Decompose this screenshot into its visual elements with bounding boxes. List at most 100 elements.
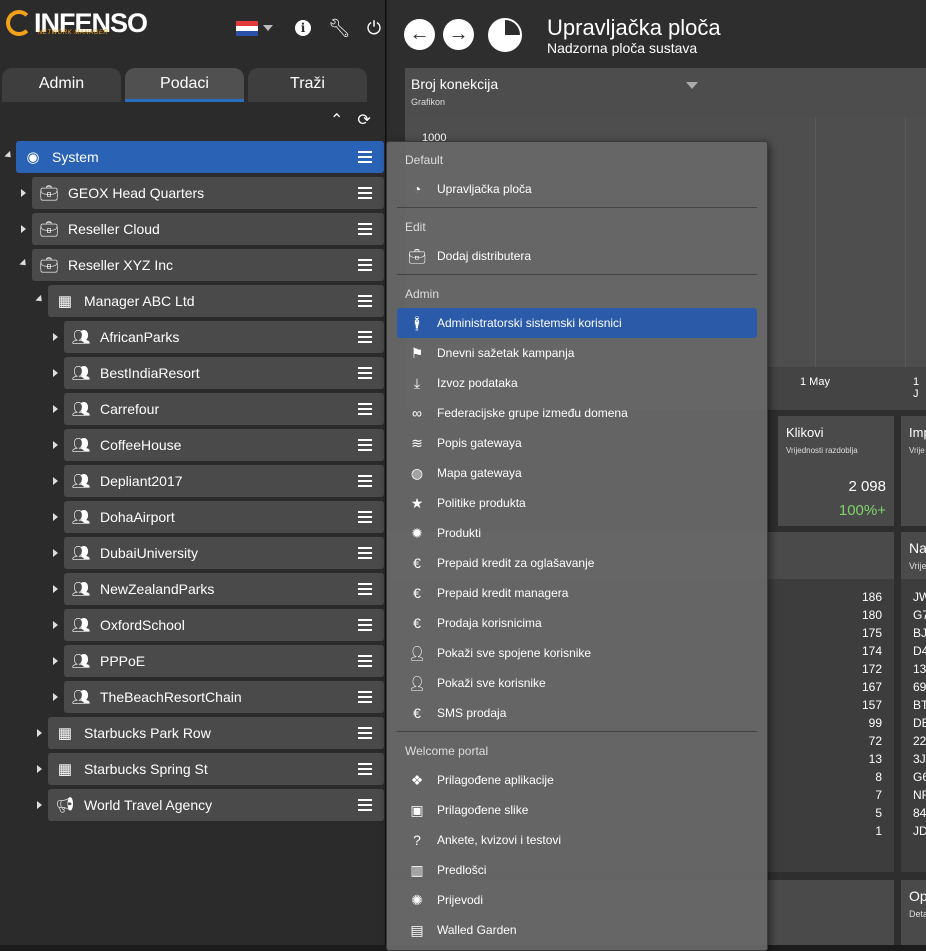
tree-node[interactable]: 👥︎ CoffeeHouse (64, 429, 384, 461)
tab-admin[interactable]: Admin (2, 68, 121, 102)
tree-node[interactable]: 👥︎ AfricanParks (64, 321, 384, 353)
menu-item[interactable]: € Prepaid kredit managera (397, 578, 757, 608)
menu-item[interactable]: ∞ Federacijske grupe između domena (397, 398, 757, 428)
tree-node[interactable]: ◉ System (16, 141, 384, 173)
tree-node-label: GEOX Head Quarters (68, 185, 205, 201)
refresh-icon[interactable]: ⟳ (357, 110, 370, 130)
collapse-all-icon[interactable]: ⌃ (330, 110, 343, 130)
node-menu-icon[interactable] (358, 547, 372, 559)
menu-item[interactable]: ◔ Upravljačka ploča (397, 174, 757, 204)
language-flag-icon[interactable] (236, 20, 258, 36)
expanded-caret-icon[interactable] (19, 258, 29, 269)
tree-node[interactable]: 👥︎ OxfordSchool (64, 609, 384, 641)
tree-node[interactable]: 👥︎ NewZealandParks (64, 573, 384, 605)
node-menu-icon[interactable] (358, 295, 372, 307)
node-menu-icon[interactable] (358, 439, 372, 451)
tree-node[interactable]: 👥︎ BestIndiaResort (64, 357, 384, 389)
node-menu-icon[interactable] (358, 187, 372, 199)
collapsed-caret-icon[interactable] (21, 225, 26, 233)
menu-item[interactable]: 💼︎ Dodaj distributera (397, 241, 757, 271)
menu-item[interactable]: ❖ Prilagođene aplikacije (397, 765, 757, 795)
side-list-code: 84 (913, 806, 926, 820)
node-menu-icon[interactable] (358, 619, 372, 631)
node-menu-icon[interactable] (358, 403, 372, 415)
node-menu-icon[interactable] (358, 475, 372, 487)
menu-item[interactable]: ★ Politike produkta (397, 488, 757, 518)
users-icon: 👥︎ (71, 401, 91, 418)
tree-node[interactable]: 👥︎ DohaAirport (64, 501, 384, 533)
collapsed-caret-icon[interactable] (37, 801, 42, 809)
tree-node[interactable]: 📢︎ World Travel Agency (48, 789, 384, 821)
power-icon[interactable]: ⏻ (367, 19, 381, 37)
info-icon[interactable]: i (295, 20, 311, 36)
menu-item[interactable]: ≋ Popis gatewaya (397, 428, 757, 458)
collapsed-caret-icon[interactable] (53, 513, 58, 521)
tree-node[interactable]: 💼︎ Reseller XYZ Inc (32, 249, 384, 281)
tree-node[interactable]: 👥︎ Carrefour (64, 393, 384, 425)
node-menu-icon[interactable] (358, 223, 372, 235)
collapsed-caret-icon[interactable] (53, 369, 58, 377)
collapsed-caret-icon[interactable] (53, 693, 58, 701)
menu-item[interactable]: ◍ Mapa gatewaya (397, 458, 757, 488)
collapsed-caret-icon[interactable] (53, 585, 58, 593)
node-menu-icon[interactable] (358, 727, 372, 739)
node-menu-icon[interactable] (358, 259, 372, 271)
collapsed-caret-icon[interactable] (53, 621, 58, 629)
collapsed-caret-icon[interactable] (53, 549, 58, 557)
tree-node[interactable]: ▦ Starbucks Spring St (48, 753, 384, 785)
collapsed-caret-icon[interactable] (37, 765, 42, 773)
node-menu-icon[interactable] (358, 799, 372, 811)
tab-podaci[interactable]: Podaci (125, 68, 244, 102)
menu-item[interactable]: 🕴︎ Administratorski sistemski korisnici (397, 308, 757, 338)
tree-node-label: CoffeeHouse (100, 437, 182, 453)
wrench-icon[interactable]: 🔧︎ (328, 19, 351, 37)
tree-node[interactable]: ▦ Starbucks Park Row (48, 717, 384, 749)
menu-item[interactable]: ▥ Predlošci (397, 855, 757, 885)
forward-arrow-icon[interactable]: → (443, 19, 474, 50)
language-dropdown-chevron-icon[interactable] (263, 25, 273, 31)
side-list-code: 22 (913, 734, 926, 748)
menu-item[interactable]: ▣ Prilagođene slike (397, 795, 757, 825)
menu-item[interactable]: ⤓ Izvoz podataka (397, 368, 757, 398)
expanded-caret-icon[interactable] (4, 150, 14, 161)
tree-node-label: Manager ABC Ltd (84, 293, 195, 309)
node-menu-icon[interactable] (358, 511, 372, 523)
tree-node[interactable]: 👥︎ PPPoE (64, 645, 384, 677)
menu-item[interactable]: ✹ Produkti (397, 518, 757, 548)
menu-item[interactable]: ? Ankete, kvizovi i testovi (397, 825, 757, 855)
collapsed-caret-icon[interactable] (37, 729, 42, 737)
node-menu-icon[interactable] (358, 763, 372, 775)
widget-dropdown-chevron-icon[interactable] (686, 82, 698, 89)
collapsed-caret-icon[interactable] (53, 477, 58, 485)
node-menu-icon[interactable] (358, 583, 372, 595)
collapsed-caret-icon[interactable] (53, 657, 58, 665)
menu-item[interactable]: € SMS prodaja (397, 698, 757, 728)
menu-item[interactable]: € Prepaid kredit za oglašavanje (397, 548, 757, 578)
tree-node[interactable]: 👥︎ Depliant2017 (64, 465, 384, 497)
collapsed-caret-icon[interactable] (53, 405, 58, 413)
collapsed-caret-icon[interactable] (53, 333, 58, 341)
top-list-numbers: 186 180 175 174 172 167 157 99 72 13 8 7 5 1 (782, 590, 882, 842)
menu-item-label: SMS prodaja (437, 706, 507, 720)
menu-item[interactable]: ✺ Prijevodi (397, 885, 757, 915)
node-menu-icon[interactable] (358, 691, 372, 703)
node-menu-icon[interactable] (358, 331, 372, 343)
node-menu-icon[interactable] (358, 151, 372, 163)
expanded-caret-icon[interactable] (35, 294, 45, 305)
collapsed-caret-icon[interactable] (21, 189, 26, 197)
tree-node[interactable]: ▦ Manager ABC Ltd (48, 285, 384, 317)
tree-node[interactable]: 💼︎ Reseller Cloud (32, 213, 384, 245)
menu-item[interactable]: 👤︎ Pokaži sve korisnike (397, 668, 757, 698)
node-menu-icon[interactable] (358, 367, 372, 379)
menu-item[interactable]: € Prodaja korisnicima (397, 608, 757, 638)
menu-item[interactable]: ⚑ Dnevni sažetak kampanja (397, 338, 757, 368)
tree-node[interactable]: 💼︎ GEOX Head Quarters (32, 177, 384, 209)
collapsed-caret-icon[interactable] (53, 441, 58, 449)
tab-trazi[interactable]: Traži (248, 68, 367, 102)
node-menu-icon[interactable] (358, 655, 372, 667)
back-arrow-icon[interactable]: ← (404, 19, 435, 50)
tree-node[interactable]: 👥︎ TheBeachResortChain (64, 681, 384, 713)
menu-item[interactable]: 👤︎ Pokaži sve spojene korisnike (397, 638, 757, 668)
menu-item[interactable]: ▤ Walled Garden (397, 915, 757, 945)
tree-node[interactable]: 👥︎ DubaiUniversity (64, 537, 384, 569)
